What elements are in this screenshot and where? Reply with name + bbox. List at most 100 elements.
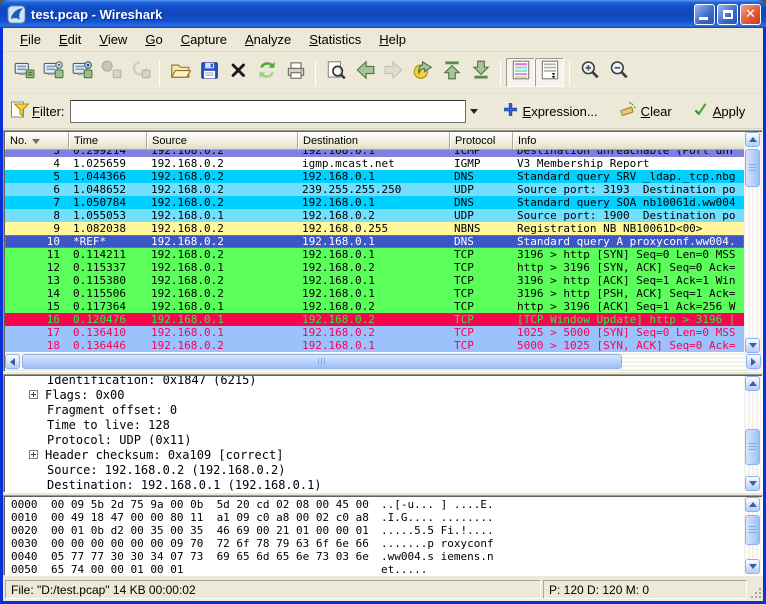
titlebar[interactable]: test.pcap - Wireshark ✕ xyxy=(0,0,766,28)
hex-row-0010[interactable]: 001000 49 18 47 00 00 80 11 a1 09 c0 a8 … xyxy=(11,511,744,524)
go-to-packet-button[interactable] xyxy=(408,58,437,87)
column-header-destination[interactable]: Destination xyxy=(298,132,450,150)
packet-row-3[interactable]: 30.299214192.168.0.2192.168.0.1ICMPDesti… xyxy=(5,150,744,157)
packet-row-18[interactable]: 180.136446192.168.0.2192.168.0.1TCP5000 … xyxy=(5,339,744,352)
scroll-down-button[interactable] xyxy=(745,476,760,491)
packet-row-7[interactable]: 71.050784192.168.0.2192.168.0.1DNSStanda… xyxy=(5,196,744,209)
scroll-up-button[interactable] xyxy=(745,497,760,512)
arrow-left-icon xyxy=(10,358,15,366)
packet-row-6[interactable]: 61.048652192.168.0.2239.255.255.250UDPSo… xyxy=(5,183,744,196)
detail-row[interactable]: Fragment offset: 0 xyxy=(5,402,744,417)
zoom-in-button[interactable] xyxy=(575,58,604,87)
detail-row[interactable]: Flags: 0x00 xyxy=(5,387,744,402)
interface-list-button[interactable] xyxy=(9,58,38,87)
go-to-bottom-button[interactable] xyxy=(466,58,495,87)
find-packet-button[interactable] xyxy=(321,58,350,87)
hex-row-0040[interactable]: 004005 77 77 30 30 34 07 73 69 65 6d 65 … xyxy=(11,550,744,563)
packet-row-16[interactable]: 160.120476192.168.0.1192.168.0.2TCP[TCP … xyxy=(5,313,744,326)
menu-help[interactable]: Help xyxy=(370,29,415,50)
clear-button[interactable]: Clear xyxy=(618,100,672,122)
hex-vscrollbar[interactable] xyxy=(744,497,761,574)
menu-analyze[interactable]: Analyze xyxy=(236,29,300,50)
vscroll-thumb[interactable] xyxy=(745,515,760,545)
column-header-info[interactable]: Info xyxy=(513,132,744,150)
filter-dropdown-button[interactable] xyxy=(466,100,482,123)
packet-row-13[interactable]: 130.115380192.168.0.2192.168.0.1TCP3196 … xyxy=(5,274,744,287)
details-vscrollbar[interactable] xyxy=(744,376,761,491)
filter-input[interactable] xyxy=(70,100,466,123)
vscroll-thumb[interactable] xyxy=(745,429,760,465)
menu-file[interactable]: File xyxy=(11,29,50,50)
packet-row-11[interactable]: 110.114211192.168.0.2192.168.0.1TCP3196 … xyxy=(5,248,744,261)
detail-row[interactable]: Protocol: UDP (0x11) xyxy=(5,432,744,447)
scroll-up-button[interactable] xyxy=(745,132,760,147)
packet-list-hscrollbar[interactable] xyxy=(5,353,761,370)
scroll-left-button[interactable] xyxy=(5,354,20,369)
column-header-source[interactable]: Source xyxy=(147,132,298,150)
column-header-time[interactable]: Time xyxy=(69,132,147,150)
vscroll-thumb[interactable] xyxy=(745,149,760,187)
maximize-button[interactable] xyxy=(717,4,738,25)
capture-options-button[interactable] xyxy=(38,58,67,87)
detail-row[interactable]: Identification: 0x1847 (6215) xyxy=(5,376,744,387)
packet-row-15[interactable]: 150.117364192.168.0.1192.168.0.2TCPhttp … xyxy=(5,300,744,313)
reload-button[interactable] xyxy=(252,58,281,87)
packet-row-5[interactable]: 51.044366192.168.0.2192.168.0.1DNSStanda… xyxy=(5,170,744,183)
close-button[interactable]: ✕ xyxy=(740,4,761,25)
menu-go[interactable]: Go xyxy=(136,29,171,50)
packet-row-17[interactable]: 170.136410192.168.0.1192.168.0.2TCP1025 … xyxy=(5,326,744,339)
scroll-down-button[interactable] xyxy=(745,338,760,353)
hex-offset: 0020 xyxy=(11,524,51,537)
scroll-up-button[interactable] xyxy=(745,376,760,391)
column-header-protocol[interactable]: Protocol xyxy=(450,132,513,150)
packet-row-9[interactable]: 91.082038192.168.0.2192.168.0.255NBNSReg… xyxy=(5,222,744,235)
scroll-right-button[interactable] xyxy=(746,354,761,369)
go-back-button[interactable] xyxy=(350,58,379,87)
packet-row-4[interactable]: 41.025659192.168.0.2igmp.mcast.netIGMPV3… xyxy=(5,157,744,170)
resize-grip[interactable] xyxy=(749,586,762,599)
print-button[interactable] xyxy=(281,58,310,87)
menu-capture[interactable]: Capture xyxy=(172,29,236,50)
packet-row-10[interactable]: 10*REF*192.168.0.2192.168.0.1DNSStandard… xyxy=(5,235,744,248)
expander-plus-icon[interactable] xyxy=(29,450,38,459)
menu-edit[interactable]: Edit xyxy=(50,29,90,50)
menu-statistics[interactable]: Statistics xyxy=(300,29,370,50)
cell-no: 17 xyxy=(5,326,69,339)
detail-row[interactable]: Source: 192.168.0.2 (192.168.0.2) xyxy=(5,462,744,477)
detail-row[interactable]: Time to live: 128 xyxy=(5,417,744,432)
minimize-button[interactable] xyxy=(694,4,715,25)
scroll-down-button[interactable] xyxy=(745,559,760,574)
go-to-top-button[interactable] xyxy=(437,58,466,87)
detail-text: Header checksum: 0xa109 [correct] xyxy=(45,448,283,462)
packet-row-14[interactable]: 140.115506192.168.0.2192.168.0.1TCP3196 … xyxy=(5,287,744,300)
close-file-button[interactable] xyxy=(223,58,252,87)
detail-row[interactable]: Destination: 192.168.0.1 (192.168.0.1) xyxy=(5,477,744,491)
packet-list-vscrollbar[interactable] xyxy=(744,132,761,353)
hex-row-0050[interactable]: 005065 74 00 00 01 00 01et..... xyxy=(11,563,744,574)
hex-offset: 0000 xyxy=(11,498,51,511)
expression-button[interactable]: Expression... xyxy=(502,101,598,121)
hscroll-thumb[interactable] xyxy=(22,354,622,369)
packet-row-8[interactable]: 81.055053192.168.0.1192.168.0.2UDPSource… xyxy=(5,209,744,222)
colorize-button[interactable] xyxy=(506,58,535,87)
menu-view[interactable]: View xyxy=(90,29,136,50)
column-header-no[interactable]: No. xyxy=(5,132,69,150)
detail-row[interactable]: Header checksum: 0xa109 [correct] xyxy=(5,447,744,462)
hex-row-0000[interactable]: 000000 09 5b 2d 75 9a 00 0b 5d 20 cd 02 … xyxy=(11,498,744,511)
apply-button[interactable]: Apply xyxy=(692,101,746,121)
filter-button[interactable]: Filter: xyxy=(7,98,68,125)
hex-row-0030[interactable]: 003000 00 00 00 00 00 09 70 72 6f 78 79 … xyxy=(11,537,744,550)
hex-row-0020[interactable]: 002000 01 0b d2 00 35 00 35 46 69 00 21 … xyxy=(11,524,744,537)
zoom-out-button[interactable] xyxy=(604,58,633,87)
open-file-button[interactable] xyxy=(165,58,194,87)
toolbar-separator xyxy=(500,60,501,86)
capture-start-button[interactable] xyxy=(67,58,96,87)
expander-plus-icon[interactable] xyxy=(29,390,38,399)
cell-time: 0.115337 xyxy=(69,261,147,274)
save-file-button[interactable] xyxy=(194,58,223,87)
auto-scroll-button[interactable] xyxy=(535,58,564,87)
cell-protocol: TCP xyxy=(450,274,513,287)
hex-bytes: 05 77 77 30 30 34 07 73 69 65 6d 65 6e 7… xyxy=(51,550,381,563)
cell-no: 16 xyxy=(5,313,69,326)
packet-row-12[interactable]: 120.115337192.168.0.1192.168.0.2TCPhttp … xyxy=(5,261,744,274)
